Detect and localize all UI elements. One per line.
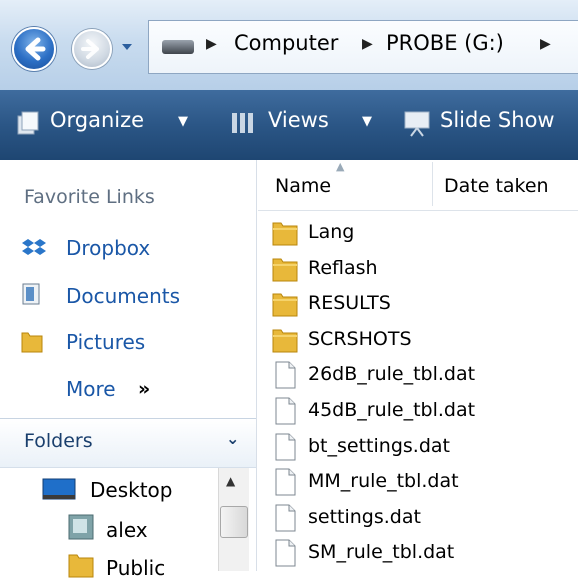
- forward-arrow-icon: [81, 39, 99, 59]
- column-divider[interactable]: [432, 162, 433, 206]
- dropbox-icon: [22, 239, 46, 255]
- file-list-item[interactable]: MM_rule_tbl.dat: [270, 465, 578, 499]
- user-folder-icon: [68, 514, 94, 540]
- more-arrows-icon[interactable]: »: [138, 378, 150, 400]
- views-icon: [232, 113, 253, 133]
- file-name: settings.dat: [308, 506, 421, 528]
- scrollbar-thumb[interactable]: [220, 506, 248, 538]
- file-icon: [275, 361, 296, 389]
- scroll-up-icon[interactable]: ▲: [226, 474, 235, 488]
- file-name: 26dB_rule_tbl.dat: [308, 363, 476, 385]
- file-name: SCRSHOTS: [308, 328, 412, 350]
- file-name: SM_rule_tbl.dat: [308, 541, 455, 563]
- favorite-links-heading: Favorite Links: [24, 186, 155, 208]
- file-icon: [275, 468, 296, 496]
- organize-dropdown-icon[interactable]: ▼: [178, 114, 188, 129]
- sort-ascending-icon: ▲: [336, 160, 345, 173]
- file-name: bt_settings.dat: [308, 435, 450, 457]
- file-name: MM_rule_tbl.dat: [308, 470, 459, 492]
- file-icon: [275, 504, 296, 532]
- breadcrumb-probe-drive[interactable]: PROBE (G:): [386, 31, 504, 55]
- documents-icon: [22, 283, 40, 305]
- folders-label[interactable]: Folders: [24, 430, 93, 452]
- file-list-item[interactable]: SM_rule_tbl.dat: [270, 536, 578, 570]
- column-header-date-taken[interactable]: Date taken: [444, 175, 549, 197]
- file-list-item[interactable]: SCRSHOTS: [270, 323, 578, 357]
- file-list-item[interactable]: Lang: [270, 216, 578, 250]
- pictures-folder-icon: [21, 332, 43, 353]
- tree-item-desktop[interactable]: Desktop: [90, 478, 172, 502]
- folder-icon: [68, 554, 94, 578]
- tree-item-public[interactable]: Public: [106, 556, 165, 580]
- organize-button[interactable]: Organize: [50, 108, 144, 132]
- drive-icon: [162, 40, 194, 54]
- organize-icon: [17, 111, 39, 135]
- file-list-item[interactable]: 26dB_rule_tbl.dat: [270, 358, 578, 392]
- breadcrumb-separator-icon[interactable]: ▶: [540, 36, 551, 52]
- file-name: Reflash: [308, 257, 378, 279]
- file-icon: [275, 539, 296, 567]
- tree-item-alex[interactable]: alex: [106, 518, 148, 542]
- folder-icon: [272, 222, 298, 246]
- favorite-link-dropbox[interactable]: Dropbox: [66, 236, 150, 260]
- views-dropdown-icon[interactable]: ▼: [362, 114, 372, 129]
- breadcrumb-computer[interactable]: Computer: [234, 31, 338, 55]
- back-button[interactable]: [12, 27, 56, 71]
- history-dropdown-icon[interactable]: [120, 40, 134, 54]
- folder-icon: [272, 293, 298, 317]
- file-icon: [275, 433, 296, 461]
- folder-icon: [272, 258, 298, 282]
- favorite-link-pictures[interactable]: Pictures: [66, 330, 145, 354]
- file-list-item[interactable]: Reflash: [270, 252, 578, 286]
- file-list-item[interactable]: 45dB_rule_tbl.dat: [270, 394, 578, 428]
- file-list-item[interactable]: bt_settings.dat: [270, 430, 578, 464]
- views-button[interactable]: Views: [268, 108, 329, 132]
- chevron-down-icon[interactable]: ⌄: [226, 429, 239, 448]
- favorite-link-more[interactable]: More: [66, 377, 116, 401]
- column-header-name[interactable]: Name: [275, 175, 331, 197]
- slideshow-icon: [404, 111, 430, 137]
- folder-icon: [272, 329, 298, 353]
- file-name: 45dB_rule_tbl.dat: [308, 399, 476, 421]
- file-name: Lang: [308, 221, 355, 243]
- favorite-link-documents[interactable]: Documents: [66, 284, 180, 308]
- forward-button[interactable]: [72, 29, 112, 69]
- file-name: RESULTS: [308, 292, 391, 314]
- breadcrumb-separator-icon[interactable]: ▶: [362, 36, 373, 52]
- slideshow-button[interactable]: Slide Show: [440, 108, 555, 132]
- file-list-item[interactable]: RESULTS: [270, 287, 578, 321]
- file-list-item[interactable]: settings.dat: [270, 501, 578, 535]
- breadcrumb-separator-icon[interactable]: ▶: [206, 36, 217, 52]
- desktop-icon: [42, 478, 76, 500]
- back-arrow-icon: [25, 37, 46, 61]
- file-icon: [275, 397, 296, 425]
